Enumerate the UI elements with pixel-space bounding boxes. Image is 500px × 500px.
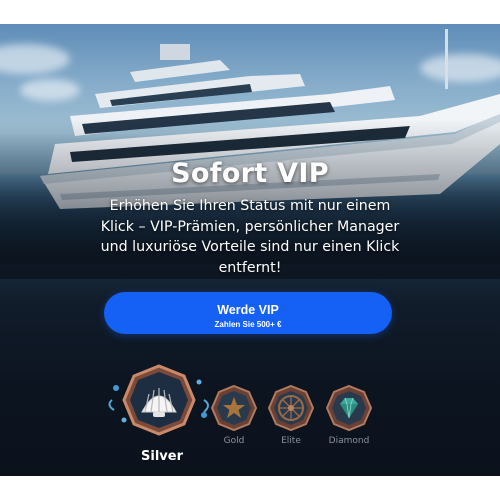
hero-banner: Sofort VIP Erhöhen Sie Ihren Status mit …	[0, 24, 500, 476]
star-icon	[210, 384, 258, 432]
tier-silver-label: Silver	[141, 449, 183, 464]
hero-description: Erhöhen Sie Ihren Status mit nur einem K…	[100, 198, 400, 276]
tier-diamond[interactable]: Diamond	[325, 384, 373, 446]
tier-silver[interactable]	[104, 360, 214, 450]
become-vip-button[interactable]: Werde VIP Zahlen Sie 500+ €	[104, 292, 392, 334]
tier-diamond-label: Diamond	[328, 436, 370, 446]
become-vip-label: Werde VIP	[217, 302, 279, 317]
shell-icon	[108, 364, 209, 436]
tier-elite-label: Elite	[281, 436, 301, 446]
tier-gold-label: Gold	[223, 436, 245, 446]
compass-icon	[267, 384, 315, 432]
tier-gold[interactable]: Gold	[210, 384, 258, 446]
diamond-icon	[325, 384, 373, 432]
page-title: Sofort VIP	[171, 158, 329, 189]
become-vip-sublabel: Zahlen Sie 500+ €	[214, 319, 282, 329]
tier-elite[interactable]: Elite	[267, 384, 315, 446]
